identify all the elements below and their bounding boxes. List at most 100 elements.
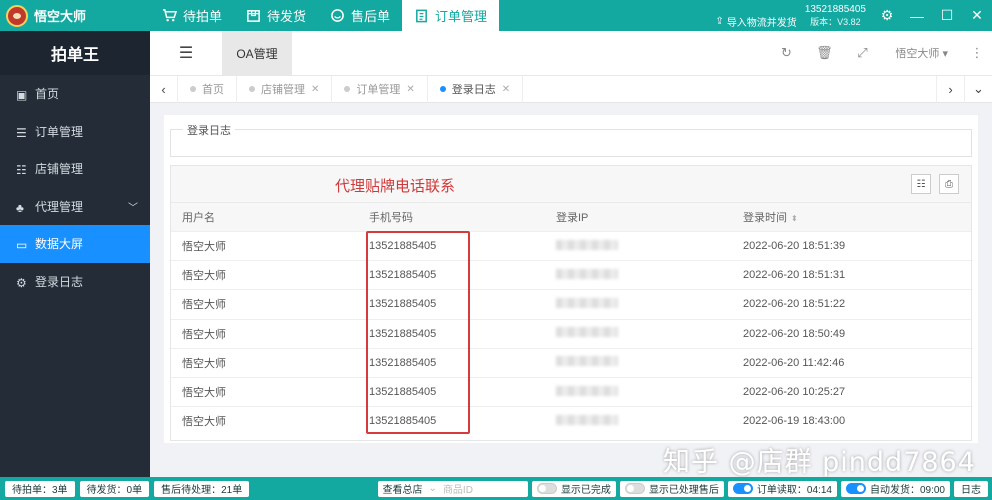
search-fieldset: 登录日志 — [170, 122, 972, 157]
blurred-ip — [556, 385, 618, 396]
tab-close-icon[interactable]: ✕ — [406, 84, 414, 95]
table-row[interactable]: 悟空大师 13521885405 2022-06-20 11:42:46 — [171, 347, 971, 378]
column-filter-icon[interactable]: ☷ — [911, 174, 931, 194]
toptab-pending-order[interactable]: 待拍单 — [150, 0, 234, 31]
status-pending-ship[interactable]: 待发货：0单 — [79, 480, 150, 497]
tabs-dropdown-icon[interactable]: ⌄ — [964, 75, 992, 103]
top-tabs: 待拍单 待发货 售后单 订单管理 — [150, 0, 500, 31]
header-title[interactable]: OA管理 — [222, 30, 292, 76]
show-done-toggle[interactable]: 显示已完成 — [531, 480, 616, 497]
user-menu[interactable]: 悟空大师 ▾ — [881, 45, 962, 61]
tab-close-icon[interactable]: ✕ — [502, 84, 510, 95]
cell-user: 悟空大师 — [171, 260, 358, 290]
switch-icon — [624, 483, 645, 494]
order-read-toggle[interactable]: 订单读取：04:14 — [727, 480, 837, 497]
fullscreen-icon[interactable]: ⤢ — [843, 45, 881, 61]
package-icon — [247, 10, 260, 22]
import-logistics-button[interactable]: ⇪ 导入物流并发货 — [715, 14, 796, 29]
cell-ip — [545, 347, 732, 378]
toptab-order-manage[interactable]: 订单管理 — [402, 0, 500, 31]
show-processed-toggle[interactable]: 显示已处理售后 — [619, 480, 724, 497]
col-header-time[interactable]: 登录时间 ⬍ — [732, 202, 971, 232]
cell-user: 悟空大师 — [171, 347, 358, 378]
more-vertical-icon[interactable]: ⋮ — [962, 45, 992, 61]
app-version: 版本：V3.82 — [810, 16, 861, 27]
cell-time: 2022-06-20 10:25:27 — [732, 376, 971, 407]
auto-ship-toggle[interactable]: 自动发货：09:00 — [840, 480, 950, 497]
trash-icon[interactable]: 🗑 — [805, 45, 843, 61]
sidebar-item-label: 店铺管理 — [35, 162, 84, 177]
grid-icon: ☷ — [16, 163, 27, 178]
sidebar-item-login-log[interactable]: ⚙ 登录日志 — [0, 263, 150, 301]
account-phone: 13521885405 — [804, 3, 866, 15]
cell-user: 悟空大师 — [171, 289, 358, 320]
tab-home[interactable]: 首页 — [178, 75, 237, 103]
cell-time: 2022-06-20 18:50:49 — [732, 318, 971, 349]
sidebar: 拍单王 ▣ 首页 ☰ 订单管理 ☷ 店铺管理 ♣ 代理管理 ﹀ ▭ 数据大屏 ⚙… — [0, 31, 150, 477]
tab-dot-icon — [190, 86, 196, 92]
blurred-ip — [556, 297, 618, 308]
blurred-ip — [556, 327, 618, 338]
cell-ip — [545, 376, 732, 407]
cell-user: 悟空大师 — [171, 376, 358, 407]
cell-phone: 13521885405 — [358, 230, 545, 261]
app-logo: 悟空大师 — [0, 0, 150, 31]
status-aftersale[interactable]: 售后待处理：21单 — [154, 480, 250, 497]
table-row[interactable]: 悟空大师 13521885405 2022-06-19 18:43:00 — [171, 406, 971, 436]
cell-phone: 13521885405 — [358, 376, 545, 407]
toptab-label: 售后单 — [351, 9, 391, 24]
toptab-label: 待拍单 — [183, 9, 223, 24]
col-header-phone: 手机号码 — [358, 202, 545, 232]
minimize-icon[interactable]: — — [902, 0, 932, 31]
table-row[interactable]: 悟空大师 13521885405 2022-06-20 18:51:31 — [171, 260, 971, 290]
chevron-down-icon: ⌄ — [428, 483, 437, 494]
sidebar-item-label: 代理管理 — [35, 199, 84, 214]
toptab-pending-ship[interactable]: 待发货 — [234, 0, 318, 31]
sidebar-item-orders[interactable]: ☰ 订单管理 — [0, 113, 150, 151]
monitor-icon: ▭ — [16, 238, 28, 253]
settings-gear-icon[interactable]: ⚙ — [872, 0, 902, 31]
cell-phone: 13521885405 — [358, 289, 545, 320]
cell-ip — [545, 289, 732, 320]
col-header-ip: 登录IP — [545, 202, 732, 232]
sitemap-icon: ♣ — [16, 200, 24, 215]
switch-icon — [536, 483, 557, 494]
close-icon[interactable]: ✕ — [962, 0, 992, 31]
sidebar-item-home[interactable]: ▣ 首页 — [0, 75, 150, 113]
status-pending-order[interactable]: 待拍单：3单 — [5, 480, 75, 497]
tab-orders[interactable]: 订单管理 ✕ — [332, 75, 428, 103]
tab-close-icon[interactable]: ✕ — [311, 84, 319, 95]
tabs-scroll-right-icon[interactable]: › — [936, 75, 964, 103]
sidebar-item-agents[interactable]: ♣ 代理管理 ﹀ — [0, 188, 150, 226]
menu-toggle-icon[interactable]: ☰ — [150, 31, 222, 76]
log-button[interactable]: 日志 — [954, 480, 988, 497]
watermark: 知乎 @店群 pindd7864 — [663, 447, 976, 478]
table-row[interactable]: 悟空大师 13521885405 2022-06-20 18:50:49 — [171, 318, 971, 349]
table-row[interactable]: 悟空大师 13521885405 2022-06-20 10:25:27 — [171, 376, 971, 407]
maximize-icon[interactable]: ☐ — [932, 0, 962, 31]
log-table-container: 代理贴牌电话联系 ☷ ⎙ 用户名 手机号码 登录IP 登录时间 ⬍ 悟空大师 135… — [170, 165, 972, 441]
sidebar-item-dashboard[interactable]: ▭ 数据大屏 — [0, 225, 150, 263]
table-row[interactable]: 悟空大师 13521885405 2022-06-20 18:51:22 — [171, 289, 971, 320]
refresh-icon[interactable]: ↻ — [767, 45, 805, 61]
shop-select[interactable]: 查看总店 ⌄ 商品ID — [377, 480, 528, 497]
sidebar-item-shops[interactable]: ☷ 店铺管理 — [0, 150, 150, 188]
cell-time: 2022-06-20 18:51:22 — [732, 289, 971, 320]
print-icon[interactable]: ⎙ — [939, 174, 959, 194]
tab-shops[interactable]: 店铺管理 ✕ — [237, 75, 333, 103]
header: ☰ OA管理 ↻ 🗑 ⤢ 悟空大师 ▾ ⋮ — [150, 30, 992, 76]
blurred-ip — [556, 414, 618, 425]
home-icon: ▣ — [16, 88, 28, 103]
cell-ip — [545, 406, 732, 436]
cell-user: 悟空大师 — [171, 230, 358, 261]
table-row[interactable]: 悟空大师 13521885405 2022-06-20 18:51:39 — [171, 230, 971, 261]
tab-dot-icon — [439, 86, 446, 92]
cell-time: 2022-06-20 18:51:31 — [732, 260, 971, 290]
tab-login-log[interactable]: 登录日志 ✕ — [428, 75, 524, 103]
tabs-scroll-left-icon[interactable]: ‹ — [150, 75, 178, 103]
gear-icon: ⚙ — [16, 275, 27, 290]
sort-icon[interactable]: ⬍ — [791, 214, 798, 223]
cell-time: 2022-06-20 11:42:46 — [732, 347, 971, 378]
product-id-input[interactable]: 商品ID — [443, 481, 523, 496]
toptab-aftersale[interactable]: 售后单 — [318, 0, 402, 31]
